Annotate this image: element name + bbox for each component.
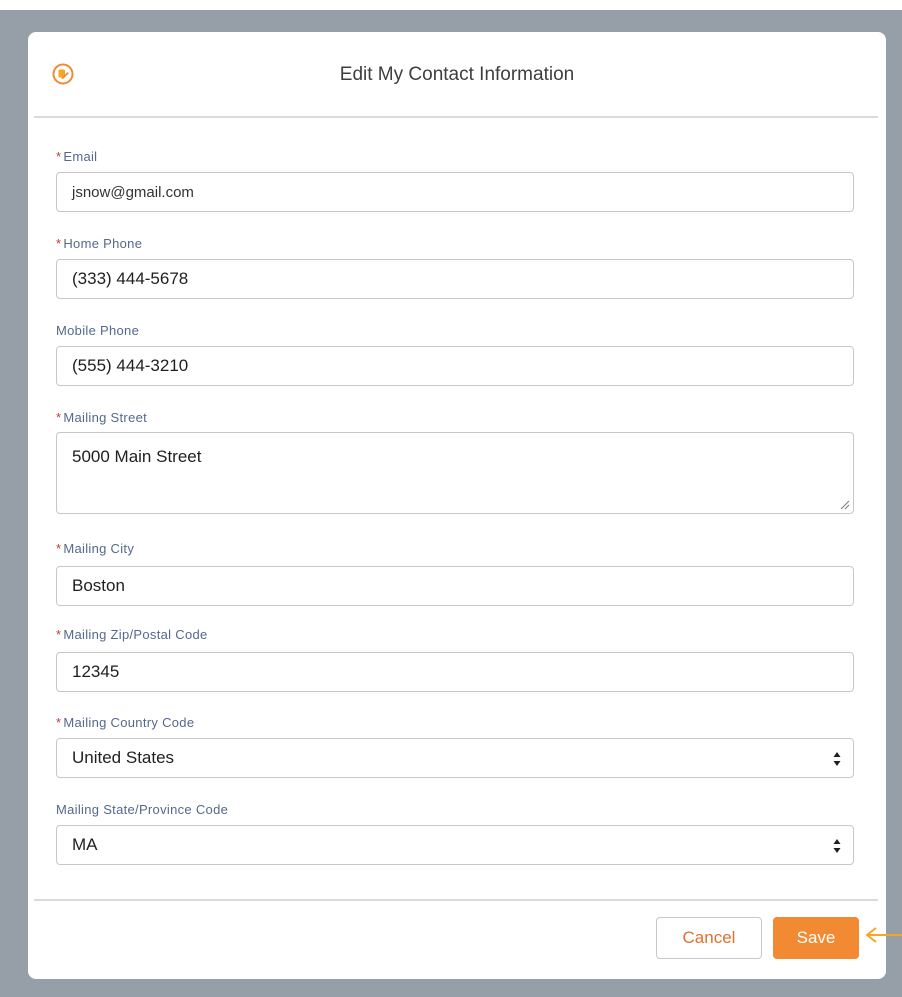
mailing-city-label: * Mailing City (56, 541, 135, 556)
select-arrows-icon (833, 839, 841, 853)
mailing-state-select[interactable]: MA (56, 825, 854, 865)
backdrop-top-strip (0, 0, 902, 10)
required-marker: * (56, 541, 62, 556)
mailing-country-value: United States (72, 748, 175, 767)
email-value: jsnow@gmail.com (72, 183, 194, 201)
header-divider (34, 116, 878, 118)
home-phone-label: * Home Phone (56, 236, 143, 251)
required-marker: * (56, 149, 62, 164)
email-label: * Email (56, 149, 98, 164)
required-marker: * (56, 715, 62, 730)
mobile-phone-field[interactable]: (555) 444-3210 (56, 346, 854, 386)
required-marker: * (56, 627, 62, 642)
edit-contact-modal: Edit My Contact Information * Email jsnow… (28, 32, 886, 979)
mailing-state-value: MA (72, 835, 98, 854)
mailing-country-label: * Mailing Country Code (56, 715, 195, 730)
mobile-phone-value: (555) 444-3210 (72, 356, 189, 375)
footer-divider (34, 899, 878, 901)
resize-grip-icon[interactable] (840, 500, 850, 510)
mailing-zip-field[interactable]: 12345 (56, 652, 854, 692)
mobile-phone-label: Mobile Phone (56, 323, 140, 338)
mailing-country-select[interactable]: United States (56, 738, 854, 778)
home-phone-field[interactable]: (333) 444-5678 (56, 259, 854, 299)
select-arrows-icon (833, 752, 841, 766)
email-field[interactable]: jsnow@gmail.com (56, 172, 854, 212)
mailing-state-label: Mailing State/Province Code (56, 802, 229, 817)
modal-header: Edit My Contact Information (28, 32, 886, 118)
mailing-street-value: 5000 Main Street (72, 447, 202, 466)
mailing-street-textarea[interactable]: 5000 Main Street (56, 432, 854, 514)
mailing-street-label: * Mailing Street (56, 410, 148, 425)
mailing-city-field[interactable]: Boston (56, 566, 854, 606)
required-marker: * (56, 410, 62, 425)
mailing-zip-label: * Mailing Zip/Postal Code (56, 627, 208, 642)
save-button[interactable]: Save (773, 917, 859, 959)
home-phone-value: (333) 444-5678 (72, 269, 189, 288)
required-marker: * (56, 236, 62, 251)
mailing-zip-value: 12345 (72, 662, 120, 681)
modal-title: Edit My Contact Information (339, 64, 575, 85)
pointer-arrow-icon (865, 927, 902, 943)
mailing-city-value: Boston (72, 576, 125, 595)
cancel-button[interactable]: Cancel (656, 917, 762, 959)
